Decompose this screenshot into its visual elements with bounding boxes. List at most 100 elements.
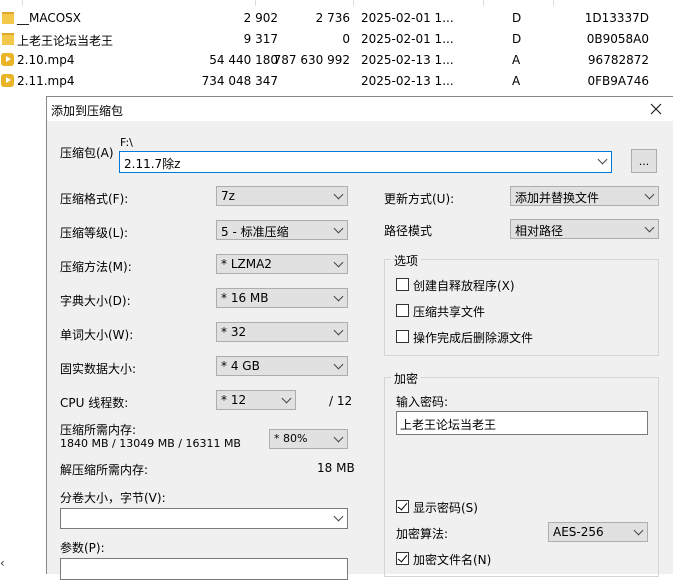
file-size: 54 440 180 (209, 53, 278, 67)
file-packed-size: 2 736 (315, 11, 350, 25)
level-label: 压缩等级(L): (60, 226, 129, 240)
encrypt-names-label: 加密文件名(N) (413, 553, 492, 567)
threads-max: / 12 (329, 394, 353, 408)
file-modified: 2025-02-13 1... (361, 74, 454, 88)
archive-name-value: 2.11.7除z (124, 157, 181, 171)
file-row[interactable]: 2.10.mp4 54 440 180 787 630 992 2025-02-… (0, 50, 673, 71)
close-icon (650, 103, 662, 115)
show-password-label: 显示密码(S) (413, 501, 478, 515)
options-group: 选项 创建自释放程序(X) 压缩共享文件 操作完成后删除源文件 (384, 252, 659, 356)
column-separator (553, 0, 554, 6)
memory-select[interactable]: * 80% (269, 429, 348, 449)
column-separator (255, 0, 256, 6)
delete-after-checkbox[interactable] (396, 330, 409, 343)
encryption-method-select[interactable]: AES-256 (548, 522, 648, 542)
password-value: 上老王论坛当老王 (400, 418, 497, 432)
dict-value: * 16 MB (221, 291, 269, 305)
file-size: 734 048 347 (201, 74, 278, 88)
file-modified: 2025-02-01 1... (361, 32, 454, 46)
shared-files-checkbox[interactable] (396, 304, 409, 317)
path-mode-label: 路径模式 (384, 224, 433, 238)
level-select[interactable]: 5 - 标准压缩 (216, 220, 348, 240)
file-crc: 96782872 (587, 53, 649, 67)
password-input[interactable]: 上老王论坛当老王 (396, 411, 648, 435)
memory-label: 压缩所需内存: (60, 423, 137, 437)
file-crc: 1D13337D (584, 11, 649, 25)
column-separator (22, 0, 23, 6)
dialog-title: 添加到压缩包 (51, 104, 124, 118)
level-value: 5 - 标准压缩 (221, 225, 289, 239)
delete-after-label: 操作完成后删除源文件 (413, 331, 534, 345)
scroll-left-arrow[interactable]: ‹ (0, 556, 10, 573)
chevron-down-icon (333, 291, 344, 302)
chevron-down-icon (333, 359, 344, 370)
encryption-title: 加密 (391, 370, 422, 387)
chevron-down-icon (597, 154, 608, 165)
update-mode-select[interactable]: 添加并替换文件 (510, 186, 659, 206)
threads-select[interactable]: * 12 (216, 390, 296, 410)
format-label: 压缩格式(F): (60, 192, 129, 206)
dict-select[interactable]: * 16 MB (216, 288, 348, 308)
method-label: 压缩方法(M): (60, 260, 132, 274)
file-row[interactable]: 上老王论坛当老王 9 317 0 2025-02-01 1... D 0B905… (0, 29, 673, 50)
decompress-memory-label: 解压缩所需内存: (60, 463, 149, 477)
archive-path: F:\ (120, 136, 133, 149)
file-name: 上老王论坛当老王 (17, 34, 114, 48)
word-select[interactable]: * 32 (216, 322, 348, 342)
params-input[interactable] (60, 558, 348, 580)
browse-button[interactable]: ... (631, 149, 657, 173)
video-file-icon (1, 74, 14, 87)
file-packed-size: 0 (342, 32, 350, 46)
browse-label: ... (638, 155, 650, 168)
update-mode-value: 添加并替换文件 (515, 191, 600, 205)
chevron-down-icon (633, 525, 644, 536)
file-name: 2.11.mp4 (17, 74, 75, 88)
dialog-titlebar: 添加到压缩包 (47, 97, 673, 121)
password-label: 输入密码: (396, 395, 449, 409)
format-select[interactable]: 7z (216, 186, 348, 206)
close-button[interactable] (644, 99, 668, 119)
chevron-down-icon (333, 325, 344, 336)
archive-name-combo[interactable]: 2.11.7除z (119, 151, 612, 173)
file-name: 2.10.mp4 (17, 53, 75, 67)
file-row[interactable]: __MACOSX 2 902 2 736 2025-02-01 1... D 1… (0, 8, 673, 29)
path-mode-select[interactable]: 相对路径 (510, 219, 659, 239)
format-value: 7z (221, 189, 235, 203)
file-modified: 2025-02-01 1... (361, 11, 454, 25)
word-value: * 32 (221, 325, 247, 339)
folder-icon (2, 12, 14, 24)
file-row[interactable]: 2.11.mp4 734 048 347 2025-02-13 1... A 0… (0, 71, 673, 92)
memory-detail: 1840 MB / 13049 MB / 16311 MB (60, 437, 241, 450)
solid-select[interactable]: * 4 GB (216, 356, 348, 376)
video-file-icon (1, 53, 14, 66)
sfx-checkbox[interactable] (396, 278, 409, 291)
file-name: __MACOSX (17, 11, 82, 25)
column-separator (483, 0, 484, 6)
file-attributes: D (512, 32, 522, 46)
split-combo[interactable] (60, 508, 348, 529)
file-attributes: D (512, 11, 522, 25)
file-size: 2 902 (243, 11, 278, 25)
method-select[interactable]: * LZMA2 (216, 254, 348, 274)
path-mode-value: 相对路径 (515, 224, 564, 238)
decompress-memory-value: 18 MB (317, 461, 355, 475)
archive-label: 压缩包(A) (60, 146, 114, 160)
chevron-down-icon (333, 189, 344, 200)
threads-label: CPU 线程数: (60, 396, 129, 410)
method-value: * LZMA2 (221, 257, 272, 271)
folder-icon (2, 33, 14, 45)
options-title: 选项 (391, 252, 422, 269)
show-password-checkbox[interactable] (396, 500, 409, 513)
encrypt-names-checkbox[interactable] (396, 552, 409, 565)
column-separator (353, 0, 354, 6)
encryption-method-value: AES-256 (553, 525, 604, 539)
update-mode-label: 更新方式(U): (384, 192, 455, 206)
file-modified: 2025-02-13 1... (361, 53, 454, 67)
file-attributes: A (512, 74, 521, 88)
solid-label: 固实数据大小: (60, 362, 137, 376)
sfx-label: 创建自释放程序(X) (413, 279, 515, 293)
shared-files-label: 压缩共享文件 (413, 305, 486, 319)
file-crc: 0FB9A746 (587, 74, 649, 88)
split-label: 分卷大小，字节(V): (60, 491, 166, 505)
chevron-down-icon (333, 223, 344, 234)
